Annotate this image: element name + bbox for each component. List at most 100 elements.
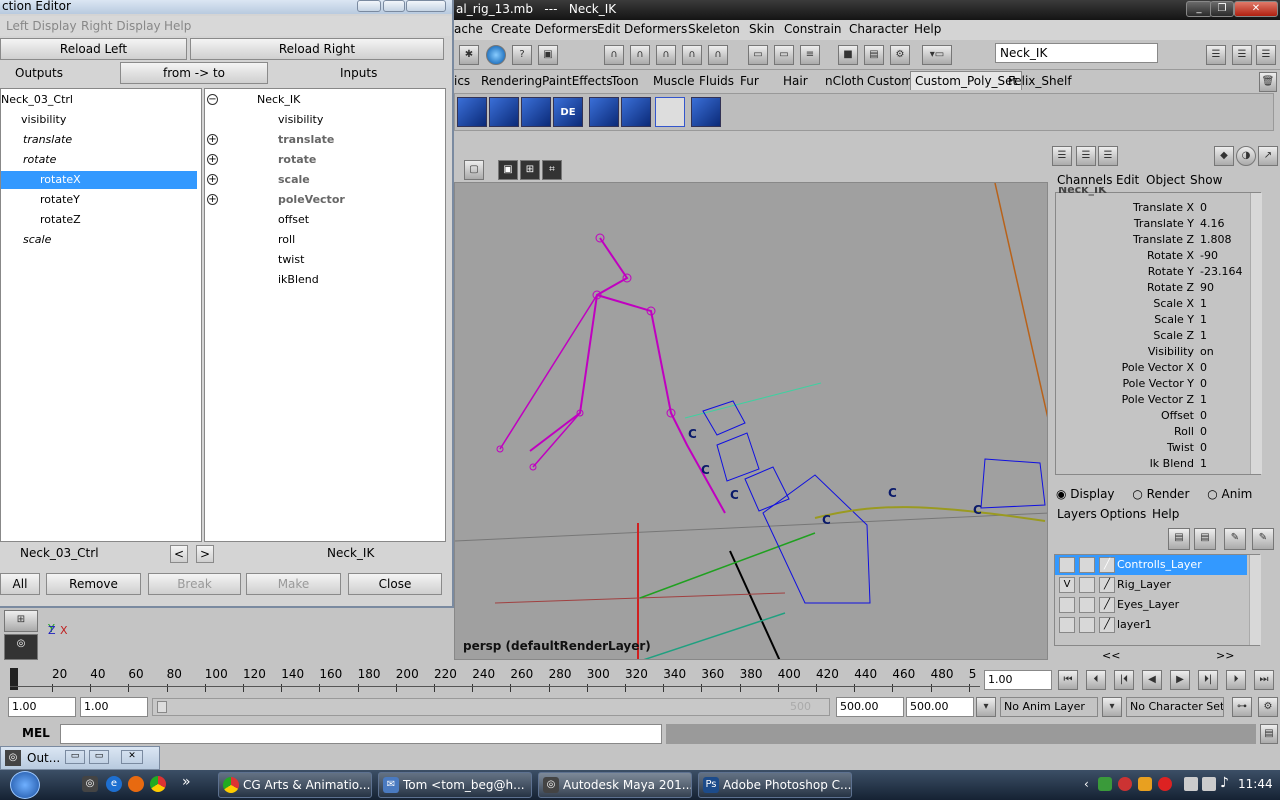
- layer-tool-icon[interactable]: ✎: [1252, 528, 1274, 550]
- object-name-input[interactable]: Neck_IK: [995, 43, 1158, 63]
- right-display-menu[interactable]: Right Display: [81, 19, 161, 33]
- tray-app-icon[interactable]: [1098, 777, 1112, 791]
- maya-quicklaunch-icon[interactable]: ◎: [82, 776, 98, 792]
- step-back-key-icon[interactable]: ⏴: [1086, 670, 1106, 690]
- preferences-icon[interactable]: ⚙: [1258, 697, 1278, 717]
- radio-anim[interactable]: ○: [1207, 487, 1221, 501]
- object-menu[interactable]: Object: [1146, 173, 1185, 187]
- channel-row[interactable]: Twist 0: [1056, 441, 1262, 457]
- shelf-tool-icon[interactable]: [621, 97, 651, 127]
- left-attr-translate[interactable]: translate: [23, 131, 72, 149]
- left-display-menu[interactable]: Left Display: [6, 19, 77, 33]
- layer-scrollbar[interactable]: [1249, 555, 1261, 645]
- perspective-viewport[interactable]: C C C C C C persp (defaultRenderLayer): [454, 182, 1048, 660]
- right-attr-ikblend[interactable]: ikBlend: [278, 271, 319, 289]
- prev-key-icon[interactable]: |⏴: [1114, 670, 1134, 690]
- menu-constrain[interactable]: Constrain: [784, 22, 842, 36]
- anim-layer-field[interactable]: No Anim Layer: [1000, 697, 1098, 717]
- shelf-de-icon[interactable]: DE: [553, 97, 583, 127]
- layer-visibility-toggle[interactable]: [1059, 557, 1075, 573]
- shelf-cube-icon[interactable]: [655, 97, 685, 127]
- quad-view-icon[interactable]: ⊞: [4, 610, 38, 632]
- tab-ics[interactable]: ics: [454, 74, 470, 88]
- channel-row[interactable]: Ik Blend 1: [1056, 457, 1262, 473]
- input-icon[interactable]: ▭: [748, 45, 768, 65]
- go-to-end-icon[interactable]: ⏭: [1254, 670, 1274, 690]
- left-attr-visibility[interactable]: visibility: [21, 111, 66, 129]
- channel-row[interactable]: Pole Vector Y0: [1056, 377, 1262, 393]
- left-attr-rotatez[interactable]: rotateZ: [40, 211, 81, 229]
- mel-input[interactable]: [60, 724, 662, 744]
- minimize-button[interactable]: _: [1186, 1, 1212, 17]
- channel-row[interactable]: Scale X1: [1056, 297, 1262, 313]
- channel-row[interactable]: Pole Vector X0: [1056, 361, 1262, 377]
- channel-row[interactable]: Rotate X -90: [1056, 249, 1262, 265]
- expand-icon[interactable]: +: [207, 194, 218, 205]
- layer-color-swatch[interactable]: ╱: [1099, 577, 1115, 593]
- layers-menu[interactable]: Layers: [1057, 507, 1097, 521]
- menu-cache[interactable]: ache: [454, 22, 483, 36]
- layer-row[interactable]: ╱ layer1: [1055, 615, 1261, 635]
- layer-tool-icon[interactable]: ✎: [1224, 528, 1246, 550]
- tray-device-icon[interactable]: [1184, 777, 1198, 791]
- trash-icon[interactable]: 🗑: [1259, 72, 1277, 92]
- current-frame-field[interactable]: 1.00: [984, 670, 1052, 690]
- radio-render[interactable]: ○: [1132, 487, 1146, 501]
- go-to-start-icon[interactable]: ⏮: [1058, 670, 1078, 690]
- right-attr-rotate[interactable]: rotate: [278, 151, 316, 169]
- outputs-list[interactable]: Neck_03_Ctrl visibility translate rotate…: [0, 88, 202, 542]
- layer-type-toggle[interactable]: [1079, 597, 1095, 613]
- ipr-icon[interactable]: ▤: [864, 45, 884, 65]
- channel-row[interactable]: Scale Y1: [1056, 313, 1262, 329]
- next-button[interactable]: >: [196, 545, 214, 563]
- bone-icon[interactable]: ⌗: [542, 160, 562, 180]
- clock[interactable]: 11:44: [1238, 777, 1273, 791]
- key-icon[interactable]: ⊶: [1232, 697, 1252, 717]
- right-attr-polevector[interactable]: poleVector: [278, 191, 345, 209]
- channels-menu[interactable]: Channels: [1057, 173, 1113, 187]
- right-attr-scale[interactable]: scale: [278, 171, 310, 189]
- right-node-item[interactable]: Neck_IK: [257, 91, 300, 109]
- tab-fur[interactable]: Fur: [740, 74, 759, 88]
- task-photoshop[interactable]: Ps Adobe Photoshop C...: [698, 772, 852, 798]
- shelf-tool-icon[interactable]: [521, 97, 551, 127]
- restore-button[interactable]: ▭: [65, 750, 85, 764]
- render-icon[interactable]: ■: [838, 45, 858, 65]
- reload-right-button[interactable]: Reload Right: [190, 38, 444, 60]
- tab-painteffects[interactable]: PaintEffects: [542, 74, 612, 88]
- edit-menu[interactable]: Edit: [1116, 173, 1139, 187]
- radio-display[interactable]: ◉: [1056, 487, 1070, 501]
- start-button[interactable]: [2, 770, 50, 800]
- channel-row[interactable]: Offset 0: [1056, 409, 1262, 425]
- channel-row[interactable]: Rotate Z 90: [1056, 281, 1262, 297]
- channel-box-toggle-icon[interactable]: ☰: [1052, 146, 1072, 166]
- history-icon[interactable]: ≡: [800, 45, 820, 65]
- layer-color-swatch[interactable]: ╱: [1099, 597, 1115, 613]
- channel-row[interactable]: Translate Z 1.808: [1056, 233, 1262, 249]
- firefox-quicklaunch-icon[interactable]: [128, 776, 144, 792]
- attribute-editor-toggle-icon[interactable]: ☰: [1076, 146, 1096, 166]
- quicklaunch-chevron[interactable]: »: [182, 774, 191, 790]
- camera-icon[interactable]: ▢: [464, 160, 484, 180]
- connection-editor-title-bar[interactable]: ction Editor: [0, 0, 452, 14]
- channel-row[interactable]: Pole Vector Z1: [1056, 393, 1262, 409]
- layout-icon[interactable]: ☰: [1206, 45, 1226, 65]
- prev-button[interactable]: <: [170, 545, 188, 563]
- channel-row[interactable]: Rotate Y -23.164: [1056, 265, 1262, 281]
- show-menu[interactable]: Show: [1190, 173, 1222, 187]
- channel-scrollbar[interactable]: [1250, 193, 1262, 474]
- from-to-button[interactable]: from -> to: [120, 62, 268, 84]
- tab-custom-poly-set[interactable]: Custom_Poly_Set: [910, 71, 1023, 90]
- layout-icon[interactable]: ☰: [1256, 45, 1276, 65]
- right-attr-twist[interactable]: twist: [278, 251, 304, 269]
- play-backward-icon[interactable]: ◀: [1142, 670, 1162, 690]
- tab-muscle[interactable]: Muscle: [653, 74, 695, 88]
- right-attr-translate[interactable]: translate: [278, 131, 334, 149]
- shelf-tool-icon[interactable]: [457, 97, 487, 127]
- left-attr-rotatex[interactable]: rotateX: [1, 171, 197, 189]
- volume-icon[interactable]: ♪: [1220, 775, 1229, 791]
- maximize-button[interactable]: ▭: [89, 750, 109, 764]
- remove-button[interactable]: Remove: [46, 573, 141, 595]
- layer-type-toggle[interactable]: [1079, 557, 1095, 573]
- chrome-quicklaunch-icon[interactable]: [150, 776, 166, 792]
